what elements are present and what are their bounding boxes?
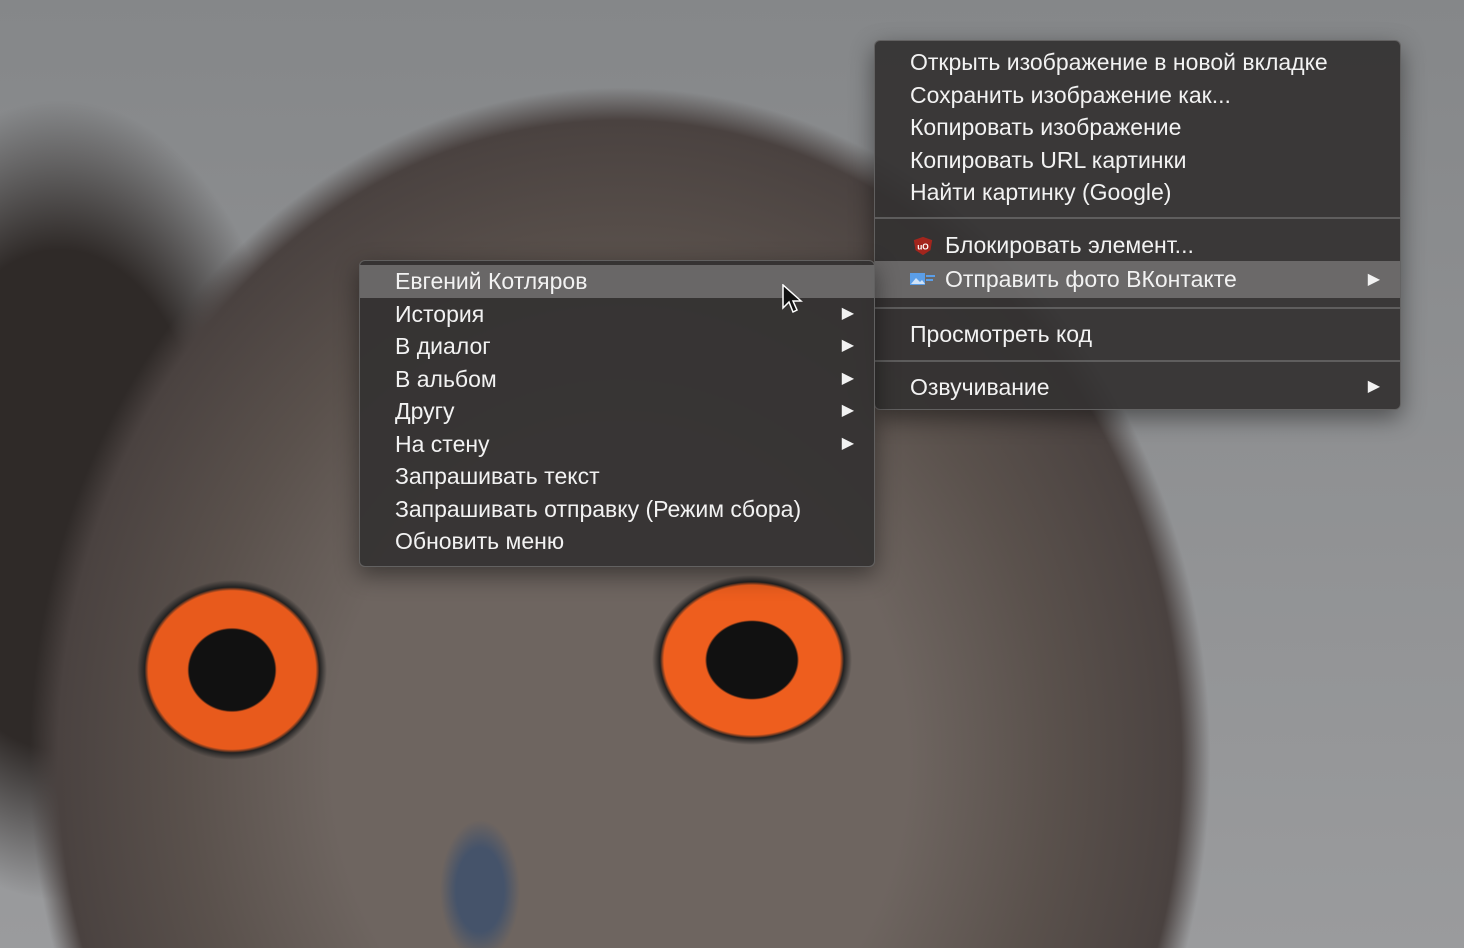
menu-item-copy-image-url[interactable]: Копировать URL картинки [875,144,1400,177]
menu-separator [875,216,1400,219]
submenu-arrow-icon: ▶ [841,402,854,419]
menu-item-label: Другу [395,398,455,424]
menu-item-label: Копировать изображение [910,114,1182,140]
submenu-arrow-icon: ▶ [841,434,854,452]
menu-item-label: Озвучивание [910,373,1050,400]
submenu-arrow-icon: ▶ [841,304,854,322]
menu-item-search-google[interactable]: Найти картинку (Google) [875,176,1400,209]
submenu-item-ask-text[interactable]: Запрашивать текст [360,460,874,493]
menu-item-label: Отправить фото ВКонтакте [945,266,1237,292]
menu-item-label: Открыть изображение в новой вкладке [910,49,1328,75]
menu-item-label: Евгений Котляров [395,268,588,294]
menu-item-label: Сохранить изображение как... [910,81,1231,108]
submenu-arrow-icon: ▶ [1367,377,1380,395]
submenu-item-ask-send[interactable]: Запрашивать отправку (Режим сбора) [360,493,874,526]
menu-item-save-image-as[interactable]: Сохранить изображение как... [875,79,1400,112]
context-menu: Открыть изображение в новой вкладке Сохр… [874,40,1401,410]
menu-item-label: На стену [395,430,490,457]
menu-item-label: История [395,300,485,327]
menu-item-inspect[interactable]: Просмотреть код [875,318,1400,351]
menu-item-label: Копировать URL картинки [910,146,1187,173]
menu-item-send-photo-vk[interactable]: Отправить фото ВКонтакте ▶ [875,261,1400,298]
submenu-item-to-friend[interactable]: Другу ▶ [360,395,874,428]
submenu-item-to-wall[interactable]: На стену ▶ [360,428,874,461]
menu-item-label: Блокировать элемент... [945,231,1194,258]
menu-item-label: Найти картинку (Google) [910,179,1172,205]
submenu-arrow-icon: ▶ [1367,271,1380,288]
menu-item-label: В альбом [395,365,497,392]
submenu-arrow-icon: ▶ [841,337,854,354]
submenu-item-refresh[interactable]: Обновить меню [360,525,874,558]
submenu-item-to-album[interactable]: В альбом ▶ [360,363,874,396]
menu-item-label: Запрашивать текст [395,463,600,489]
svg-text:uO: uO [917,241,929,251]
menu-item-copy-image[interactable]: Копировать изображение [875,111,1400,144]
menu-item-label: В диалог [395,333,491,359]
vk-photo-icon [910,273,935,285]
menu-item-speech[interactable]: Озвучивание ▶ [875,371,1400,404]
mouse-cursor-icon [782,284,803,314]
menu-item-label: Обновить меню [395,528,565,554]
menu-separator [875,359,1400,362]
menu-item-label: Запрашивать отправку (Режим сбора) [395,495,802,522]
menu-separator [875,307,1400,309]
menu-item-label: Просмотреть код [910,321,1093,347]
menu-item-block-element[interactable]: uO Блокировать элемент... [875,229,1400,262]
submenu-arrow-icon: ▶ [841,369,854,387]
submenu-item-to-dialog[interactable]: В диалог ▶ [360,330,874,363]
ublock-shield-icon: uO [913,236,933,255]
menu-item-open-image-new-tab[interactable]: Открыть изображение в новой вкладке [875,46,1400,79]
